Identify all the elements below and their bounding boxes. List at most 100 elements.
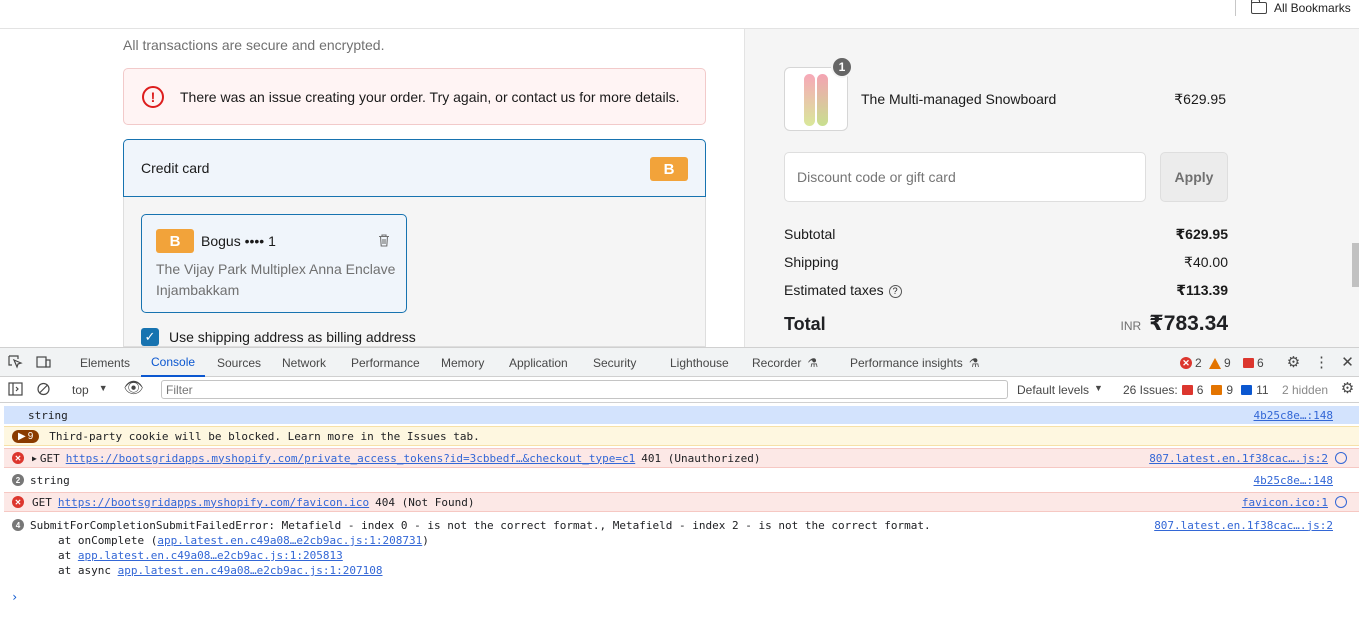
- issues-count[interactable]: 6: [1243, 356, 1264, 370]
- warning-icon: [1209, 357, 1221, 369]
- console-prompt-icon[interactable]: ›: [11, 590, 18, 604]
- console-filter-input[interactable]: [161, 380, 1008, 399]
- stack-frame-prefix: at async: [58, 564, 118, 577]
- tab-network[interactable]: Network: [282, 348, 326, 377]
- console-error[interactable]: ✕ ▶ GET https://bootsgridapps.myshopify.…: [4, 448, 1359, 468]
- issues-summary[interactable]: 26 Issues: 6 9 11: [1123, 383, 1269, 397]
- stack-frame: at onComplete (app.latest.en.c49a08…e2cb…: [58, 534, 429, 547]
- issues-label: 26 Issues:: [1123, 383, 1178, 397]
- total-value: ₹783.34: [1149, 312, 1228, 335]
- error-count[interactable]: ✕ 2: [1180, 356, 1202, 370]
- subtotal-value: ₹629.95: [1175, 226, 1228, 242]
- apply-button[interactable]: Apply: [1160, 152, 1228, 202]
- tab-recorder[interactable]: Recorder ⚗: [752, 348, 818, 377]
- network-globe-icon[interactable]: [1335, 496, 1347, 508]
- eye-icon[interactable]: 👁: [123, 380, 143, 397]
- trash-icon[interactable]: [378, 234, 390, 247]
- repeat-count: 2: [12, 474, 24, 486]
- console-message[interactable]: 2 string 4b25c8e…:148: [4, 470, 1359, 490]
- expand-arrow-icon[interactable]: ▶: [32, 454, 37, 463]
- issue-error-icon: [1181, 385, 1193, 395]
- error-icon: !: [142, 85, 164, 108]
- request-url[interactable]: https://bootsgridapps.myshopify.com/priv…: [66, 452, 636, 465]
- bogus-gateway-icon: B: [650, 157, 688, 181]
- request-method: GET: [39, 451, 60, 465]
- currency-code: INR: [1120, 319, 1142, 333]
- message-text: string: [30, 473, 70, 487]
- tab-application[interactable]: Application: [509, 348, 568, 377]
- source-link[interactable]: 4b25c8e…:148: [1254, 409, 1333, 422]
- tab-security[interactable]: Security: [593, 348, 636, 377]
- shipping-label: Shipping: [784, 254, 839, 270]
- bookmarks-separator: [1235, 0, 1236, 16]
- shipping-value: ₹40.00: [1184, 254, 1228, 270]
- all-bookmarks-button[interactable]: All Bookmarks: [1250, 0, 1351, 16]
- device-toolbar-icon[interactable]: [36, 355, 51, 369]
- issue-info-icon: [1241, 385, 1253, 395]
- issue-warning-icon: [1211, 385, 1223, 395]
- settings-gear-icon[interactable]: ⚙: [1286, 354, 1301, 371]
- payment-section: All transactions are secure and encrypte…: [0, 29, 744, 347]
- tab-performance[interactable]: Performance: [351, 348, 420, 377]
- context-selector[interactable]: top ▼: [72, 383, 108, 397]
- console-message[interactable]: string 4b25c8e…:148: [4, 406, 1359, 424]
- saved-card-address: The Vijay Park Multiplex Anna Enclave In…: [156, 261, 396, 298]
- taxes-row: Estimated taxes? ₹113.39: [784, 282, 1228, 299]
- request-url[interactable]: https://bootsgridapps.myshopify.com/favi…: [58, 496, 369, 509]
- credit-card-option[interactable]: Credit card B: [123, 139, 706, 197]
- all-bookmarks-label: All Bookmarks: [1274, 1, 1351, 15]
- console-error-group[interactable]: 4 SubmitForCompletionSubmitFailedError: …: [4, 516, 1359, 534]
- tab-memory[interactable]: Memory: [441, 348, 484, 377]
- flask-icon: ⚗: [807, 355, 819, 370]
- more-options-icon[interactable]: ⋮: [1314, 354, 1329, 371]
- close-icon[interactable]: ✕: [1340, 354, 1355, 371]
- tab-console[interactable]: Console: [141, 348, 206, 377]
- bogus-card-icon: B: [156, 229, 194, 253]
- error-icon: ✕: [1180, 357, 1192, 369]
- snowboard-image: [804, 74, 815, 126]
- clear-console-icon[interactable]: [36, 382, 51, 396]
- console-error[interactable]: ✕ GET https://bootsgridapps.myshopify.co…: [4, 492, 1359, 512]
- source-link[interactable]: 807.latest.en.1f38cac….js:2: [1154, 519, 1333, 532]
- console-settings-gear-icon[interactable]: ⚙: [1340, 380, 1355, 397]
- message-text: Third-party cookie will be blocked. Lear…: [49, 429, 480, 443]
- checkout-page: All transactions are secure and encrypte…: [0, 29, 1359, 347]
- context-value: top: [72, 383, 89, 397]
- snowboard-image: [817, 74, 828, 126]
- credit-card-label: Credit card: [141, 160, 210, 176]
- log-levels-label: Default levels: [1017, 383, 1090, 397]
- help-icon[interactable]: ?: [888, 284, 902, 298]
- devtools-panel: Elements Console Sources Network Perform…: [0, 347, 1359, 625]
- billing-checkbox[interactable]: ✓: [141, 328, 159, 346]
- page-scrollbar[interactable]: [1352, 243, 1359, 287]
- issues-blue-count: 11: [1256, 383, 1269, 397]
- issues-red-count: 6: [1196, 383, 1204, 397]
- stack-frame-link[interactable]: app.latest.en.c49a08…e2cb9ac.js:1:205813: [78, 549, 343, 562]
- stack-frame-link[interactable]: app.latest.en.c49a08…e2cb9ac.js:1:207108: [118, 564, 383, 577]
- message-text: string: [28, 408, 68, 422]
- source-link[interactable]: favicon.ico:1: [1242, 496, 1328, 509]
- source-link[interactable]: 4b25c8e…:148: [1254, 474, 1333, 487]
- tab-lighthouse[interactable]: Lighthouse: [670, 348, 729, 377]
- source-link[interactable]: 807.latest.en.1f38cac….js:2: [1149, 452, 1328, 465]
- folder-icon: [1250, 0, 1267, 14]
- discount-input[interactable]: [784, 152, 1146, 202]
- log-levels-dropdown[interactable]: Default levels ▼: [1017, 383, 1103, 397]
- billing-address-option[interactable]: ✓ Use shipping address as billing addres…: [141, 328, 416, 346]
- chevron-down-icon: ▼: [1094, 383, 1103, 393]
- console-output: string 4b25c8e…:148 ▶ 9 Third-party cook…: [0, 404, 1359, 625]
- error-message: There was an issue creating your order. …: [180, 88, 680, 105]
- sidebar-toggle-icon[interactable]: [8, 382, 23, 396]
- tab-performance-insights[interactable]: Performance insights ⚗: [850, 348, 979, 377]
- console-warning[interactable]: ▶ 9 Third-party cookie will be blocked. …: [4, 426, 1359, 446]
- saved-card[interactable]: B Bogus •••• 1 The Vijay Park Multiplex …: [141, 214, 407, 313]
- response-status: 401 (Unauthorized): [641, 451, 761, 465]
- tab-sources[interactable]: Sources: [217, 348, 261, 377]
- tab-elements[interactable]: Elements: [80, 348, 130, 377]
- stack-frame-link[interactable]: app.latest.en.c49a08…e2cb9ac.js:1:208731: [157, 534, 422, 547]
- inspect-element-icon[interactable]: [8, 355, 23, 369]
- warning-group-badge[interactable]: ▶ 9: [12, 429, 40, 443]
- network-globe-icon[interactable]: [1335, 452, 1347, 464]
- warning-count[interactable]: 9: [1209, 356, 1231, 370]
- flask-icon: ⚗: [968, 355, 980, 370]
